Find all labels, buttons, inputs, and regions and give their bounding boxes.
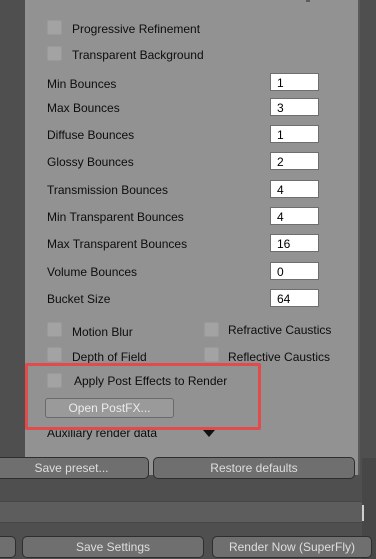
glossy-bounces-label: Glossy Bounces [47,155,134,169]
transparent-background-label: Transparent Background [72,48,204,62]
progressive-refinement-label: Progressive Refinement [72,22,201,36]
reflective-caustics-checkbox[interactable] [204,347,219,362]
transmission-bounces-input[interactable] [270,180,319,198]
footer-left-button[interactable] [0,536,16,558]
depth-of-field-checkbox[interactable] [47,347,62,362]
max-transparent-bounces-label: Max Transparent Bounces [47,237,188,251]
progressive-refinement-checkbox[interactable] [47,20,62,35]
scroll-tick [306,0,310,2]
diffuse-bounces-input[interactable] [270,125,319,143]
render-now-button[interactable]: Render Now (SuperFly) [212,536,372,558]
depth-of-field-label: Depth of Field [72,350,147,364]
status-strip [0,501,362,523]
refractive-caustics-label: Refractive Caustics [228,323,332,337]
triangle-down-icon[interactable] [203,430,215,437]
diffuse-bounces-label: Diffuse Bounces [47,128,135,142]
max-transparent-bounces-input[interactable] [270,234,319,252]
min-transparent-bounces-label: Min Transparent Bounces [47,210,184,224]
motion-blur-checkbox[interactable] [47,322,62,337]
bucket-size-label: Bucket Size [47,292,111,306]
min-bounces-label: Min Bounces [47,77,117,91]
transparent-background-checkbox[interactable] [47,46,62,61]
postfx-highlight-box [25,363,261,430]
save-preset-button[interactable]: Save preset... [0,457,149,479]
glossy-bounces-input[interactable] [270,152,319,170]
min-bounces-input[interactable] [270,73,319,91]
save-settings-button[interactable]: Save Settings [22,536,204,558]
volume-bounces-label: Volume Bounces [47,265,138,279]
max-bounces-label: Max Bounces [47,101,120,115]
restore-defaults-button[interactable]: Restore defaults [153,457,355,479]
transmission-bounces-label: Transmission Bounces [47,183,168,197]
bucket-size-input[interactable] [270,289,319,307]
min-transparent-bounces-input[interactable] [270,207,319,225]
volume-bounces-input[interactable] [270,262,319,280]
refractive-caustics-checkbox[interactable] [204,322,219,337]
motion-blur-label: Motion Blur [72,325,133,339]
max-bounces-input[interactable] [270,98,319,116]
reflective-caustics-label: Reflective Caustics [228,350,331,364]
strip-divider [362,505,364,521]
